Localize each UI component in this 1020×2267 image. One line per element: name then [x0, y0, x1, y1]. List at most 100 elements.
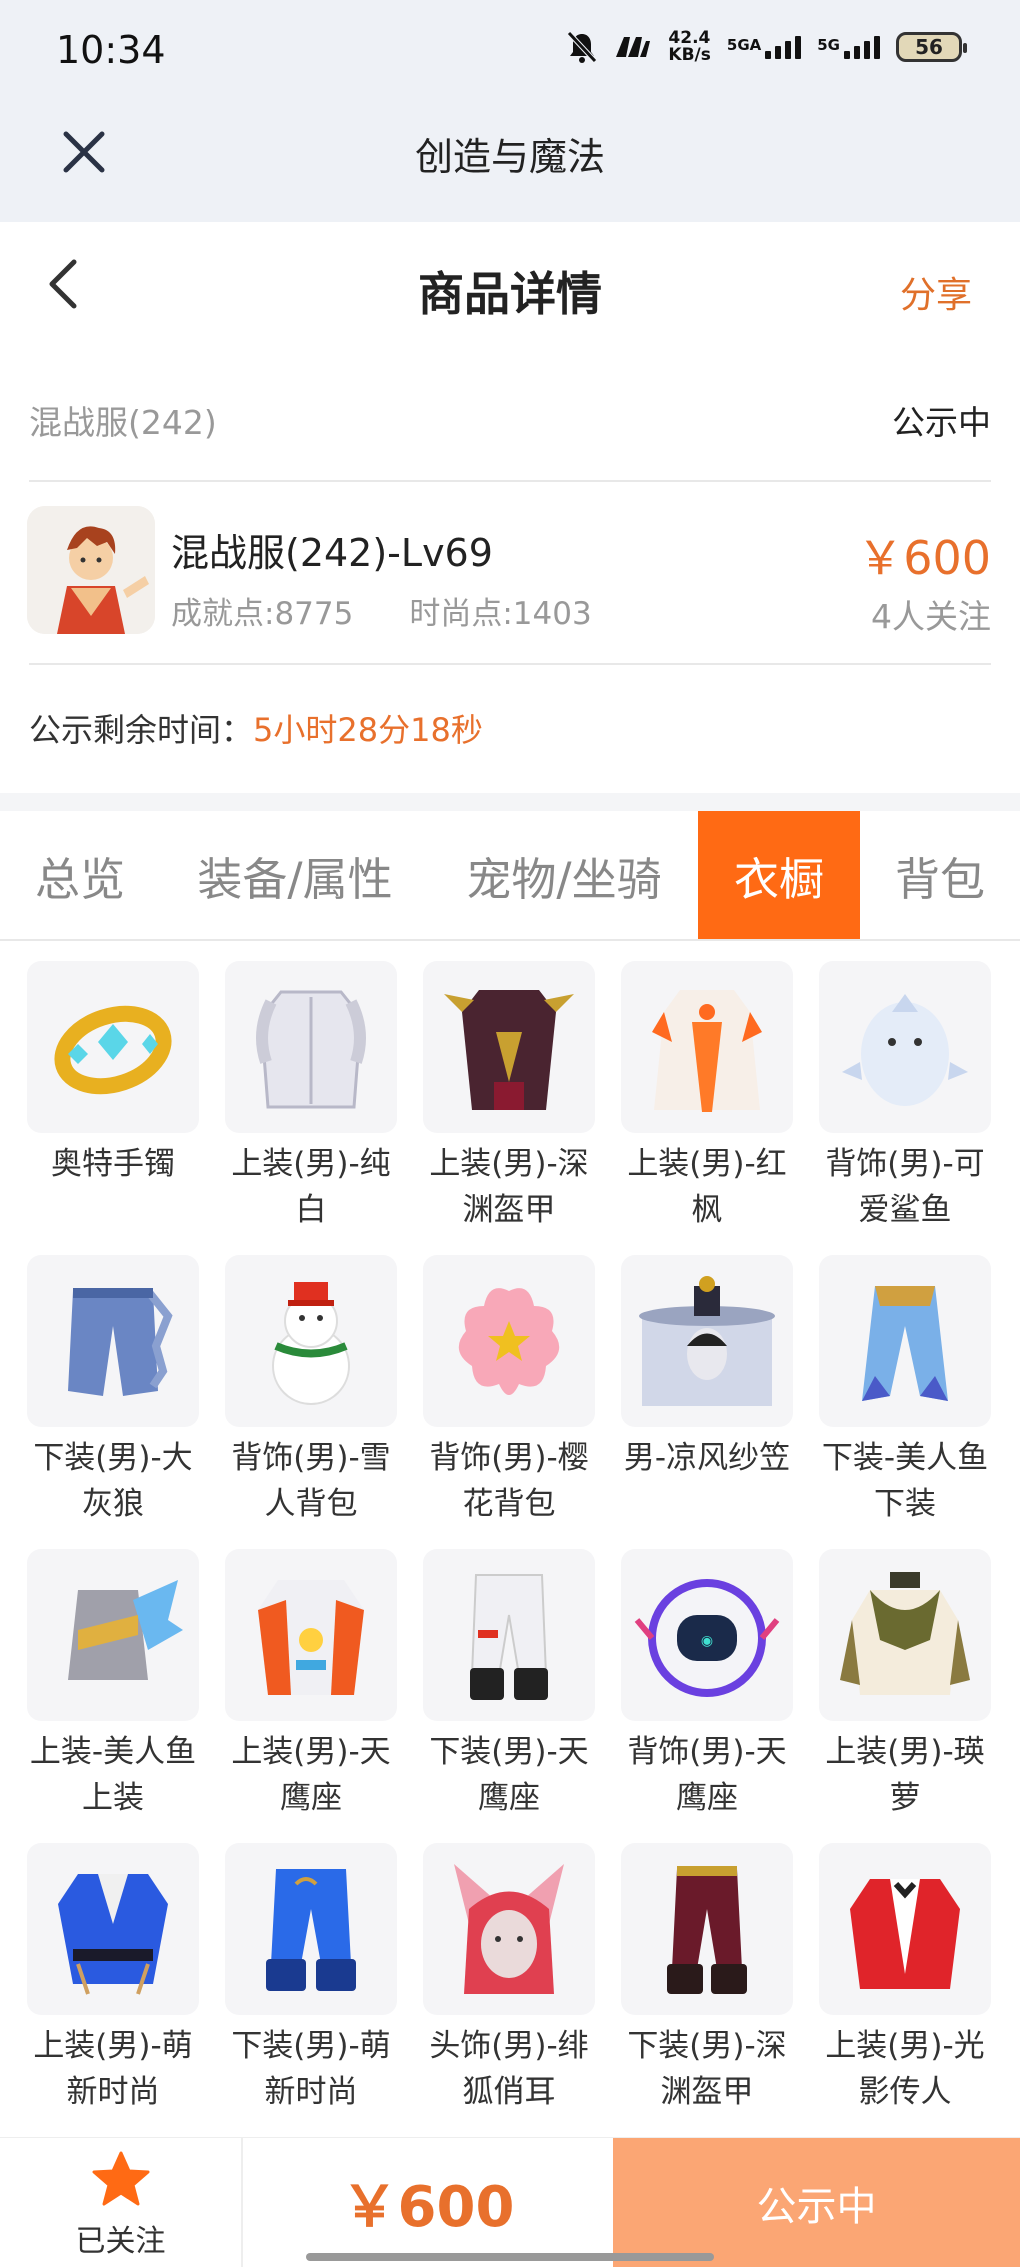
wardrobe-item-thumbnail: [27, 1255, 199, 1427]
wardrobe-item-name: 上装(男)-纯白: [231, 1146, 391, 1228]
fox-ears-icon: [454, 1864, 564, 1994]
wardrobe-item[interactable]: 下装(男)-萌新时尚: [225, 1843, 397, 2137]
character-avatar: [27, 506, 155, 634]
wardrobe-item-name: 背饰(男)-樱花背包: [429, 1440, 589, 1522]
wardrobe-item-thumbnail: [621, 1255, 793, 1427]
tab-equipment[interactable]: 装备/属性: [160, 811, 430, 939]
status-icons: 42.4 KB/s 5GA 5G 56: [566, 30, 967, 64]
abyss-armor-icon: [444, 990, 574, 1110]
status-button[interactable]: 公示中: [613, 2138, 1020, 2267]
wardrobe-item[interactable]: 下装(男)-大灰狼: [27, 1255, 199, 1549]
wardrobe-item-thumbnail: [621, 961, 793, 1133]
wardrobe-item[interactable]: 上装(男)-天鹰座: [225, 1549, 397, 1843]
wardrobe-item-thumbnail: [423, 1255, 595, 1427]
battery-icon: 56: [896, 32, 967, 62]
red-maple-robe-icon: [652, 990, 762, 1112]
white-coat-icon: [256, 990, 366, 1109]
snowman-backpack-icon: [272, 1282, 350, 1405]
wardrobe-item[interactable]: 奥特手镯: [27, 961, 199, 1255]
wardrobe-item-name: 上装(男)-红枫: [627, 1146, 787, 1228]
system-top-area: 10:34 42.4 KB/s 5GA 5G 56 创造与魔法: [0, 0, 1020, 222]
wardrobe-item[interactable]: 上装(男)-纯白: [225, 961, 397, 1255]
aquila-pants-icon: [470, 1574, 548, 1700]
remaining-time-label: 公示剩余时间：: [29, 711, 254, 749]
app-title: 创造与魔法: [414, 135, 605, 179]
server-status: 公示中: [892, 403, 991, 442]
wardrobe-item[interactable]: 上装(男)-深渊盔甲: [423, 961, 595, 1255]
aquila-backpack-icon: ◉: [634, 1579, 780, 1697]
follow-button[interactable]: 已关注: [0, 2138, 243, 2267]
abyss-pants-icon: [667, 1866, 747, 1994]
tab-backpack[interactable]: 背包: [860, 811, 1020, 939]
wardrobe-item-thumbnail: [819, 1255, 991, 1427]
scarf-jacket-icon: [840, 1572, 970, 1695]
wardrobe-item[interactable]: 背饰(男)-雪人背包: [225, 1255, 397, 1549]
wardrobe-item-name: 背饰(男)-可爱鲨鱼: [825, 1146, 985, 1228]
wardrobe-item[interactable]: 上装(男)-萌新时尚: [27, 1843, 199, 2137]
wardrobe-item[interactable]: 下装-美人鱼下装: [819, 1255, 991, 1549]
wardrobe-item[interactable]: ◉ 背饰(男)-天鹰座: [621, 1549, 793, 1843]
wardrobe-item-thumbnail: [819, 1549, 991, 1721]
svg-text:◉: ◉: [701, 1633, 713, 1649]
share-button[interactable]: 分享: [900, 266, 972, 318]
wardrobe-item[interactable]: 上装(男)-光影传人: [819, 1843, 991, 2137]
wardrobe-item-name: 奥特手镯: [51, 1146, 175, 1182]
character-avatar-icon: [27, 506, 155, 634]
mermaid-top-icon: [68, 1580, 183, 1680]
app-header: 创造与魔法: [0, 110, 1020, 222]
server-line: 混战服(242) 公示中: [29, 352, 991, 482]
wardrobe-item-name: 上装(男)-天鹰座: [231, 1734, 391, 1816]
mute-bell-icon: [567, 31, 598, 63]
wardrobe-item-thumbnail: [225, 1255, 397, 1427]
wardrobe-item[interactable]: 背饰(男)-可爱鲨鱼: [819, 961, 991, 1255]
wardrobe-item-thumbnail: [27, 1549, 199, 1721]
net-speed-unit: KB/s: [668, 45, 711, 65]
product-row: 混战服(242)-Lv69 成就点:8775 时尚点:1403 ￥600 4人关注: [27, 482, 991, 665]
server-name: 混战服(242): [29, 403, 217, 442]
wardrobe-item-name: 下装(男)-大灰狼: [33, 1440, 193, 1522]
tab-pets-mounts[interactable]: 宠物/坐骑: [430, 811, 698, 939]
follow-label: 已关注: [75, 2224, 166, 2259]
wardrobe-item[interactable]: 下装(男)-天鹰座: [423, 1549, 595, 1843]
tab-overview[interactable]: 总览: [0, 811, 160, 939]
wardrobe-item[interactable]: 下装(男)-深渊盔甲: [621, 1843, 793, 2137]
signal-5g-label: 5G: [817, 35, 840, 54]
sakura-backpack-icon: [458, 1288, 560, 1395]
wolf-pants-icon: [68, 1288, 173, 1396]
remaining-time-value: 5小时28分18秒: [253, 711, 483, 749]
wardrobe-item-thumbnail: [27, 1843, 199, 2015]
tab-wardrobe[interactable]: 衣橱: [698, 811, 860, 939]
watcher-count: 4人关注: [871, 597, 991, 636]
remaining-time-row: 公示剩余时间：5小时28分18秒: [29, 705, 483, 751]
achievement-points: 成就点:8775: [171, 596, 354, 632]
wardrobe-item-thumbnail: [423, 961, 595, 1133]
wardrobe-item-thumbnail: [621, 1843, 793, 2015]
wardrobe-item-name: 下装(男)-萌新时尚: [231, 2028, 391, 2110]
remaining-time: 公示剩余时间：5小时28分18秒: [29, 665, 991, 793]
wardrobe-item[interactable]: 头饰(男)-绯狐俏耳: [423, 1843, 595, 2137]
mermaid-skirt-icon: [862, 1286, 948, 1401]
net-speed: 42.4 KB/s: [668, 30, 710, 64]
wardrobe-item[interactable]: 背饰(男)-樱花背包: [423, 1255, 595, 1549]
signal-5ga-label: 5GA: [726, 35, 762, 54]
signal-5ga: 5GA: [726, 35, 802, 59]
wardrobe-item-thumbnail: [225, 961, 397, 1133]
wardrobe-item[interactable]: 上装-美人鱼上装: [27, 1549, 199, 1843]
wardrobe-item-thumbnail: [423, 1843, 595, 2015]
section-divider: [0, 793, 1020, 811]
wardrobe-item[interactable]: 男-凉风纱笠: [621, 1255, 793, 1549]
wardrobe-item-thumbnail: ◉: [621, 1549, 793, 1721]
wardrobe-item[interactable]: 上装(男)-红枫: [621, 961, 793, 1255]
bottom-action-bar: 已关注 ￥600 公示中: [0, 2137, 1020, 2267]
wardrobe-item-thumbnail: [819, 1843, 991, 2015]
status-bar: 10:34 42.4 KB/s 5GA 5G 56: [0, 0, 1020, 110]
wardrobe-item-name: 上装(男)-光影传人: [825, 2028, 985, 2110]
bracelet-icon: [54, 1005, 172, 1095]
product-stats: 成就点:8775 时尚点:1403: [171, 588, 592, 633]
wardrobe-grid: 奥特手镯 上装(男)-纯白 上装(男)-深渊盔甲 上装(男)-红枫 背饰(男)-可爱鲨鱼…: [0, 941, 1020, 2137]
wardrobe-item[interactable]: 上装(男)-瑛萝: [819, 1549, 991, 1843]
wardrobe-item-thumbnail: [225, 1549, 397, 1721]
blue-pants-icon: [266, 1869, 356, 1991]
battery-level: 56: [915, 35, 943, 59]
aquila-jacket-icon: [258, 1580, 364, 1695]
